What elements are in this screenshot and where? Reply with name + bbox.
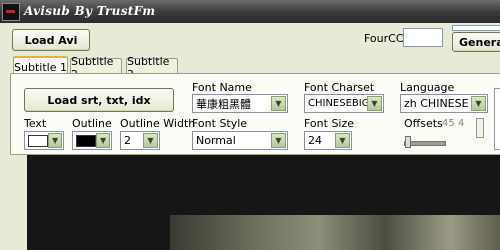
offset-y-value: 4: [458, 118, 465, 129]
font-charset-value: CHINESEBIG: [308, 98, 367, 109]
font-style-select[interactable]: Normal ▼: [192, 131, 288, 150]
generate-button[interactable]: Genera: [452, 32, 500, 52]
video-frame-image: [170, 215, 500, 250]
chevron-down-icon[interactable]: ▼: [271, 133, 286, 148]
font-style-label: Font Style: [192, 117, 248, 130]
language-value: zh CHINESE: [404, 97, 469, 110]
offset-x-slider-thumb[interactable]: [405, 136, 411, 148]
app-icon: [2, 3, 20, 21]
text-color-select[interactable]: ▼: [24, 131, 64, 150]
font-charset-select[interactable]: CHINESEBIG ▼: [304, 94, 384, 113]
font-name-value: 華康粗黑體: [196, 97, 251, 111]
chevron-down-icon[interactable]: ▼: [367, 96, 382, 111]
chevron-down-icon[interactable]: ▼: [143, 133, 158, 148]
load-srt-button[interactable]: Load srt, txt, idx: [24, 88, 174, 112]
font-size-label: Font Size: [304, 117, 355, 130]
title-bar: Avisub By TrustFm: [0, 0, 500, 23]
chevron-down-icon[interactable]: ▼: [48, 133, 62, 148]
load-avi-button[interactable]: Load Avi: [12, 29, 90, 51]
offsets-label: Offsets: [404, 117, 443, 130]
language-select[interactable]: zh CHINESE ▼: [400, 94, 488, 113]
text-color-label: Text: [24, 117, 47, 130]
font-name-select[interactable]: 華康粗黑體 ▼: [192, 94, 288, 113]
font-size-value: 24: [308, 134, 322, 147]
window-title: Avisub By TrustFm: [24, 4, 156, 18]
chevron-down-icon[interactable]: ▼: [471, 96, 486, 111]
chevron-down-icon[interactable]: ▼: [96, 133, 110, 148]
font-charset-label: Font Charset: [304, 81, 375, 94]
outline-width-label: Outline Width: [120, 117, 196, 130]
preview-box: [494, 88, 500, 150]
text-color-swatch: [28, 134, 49, 147]
chevron-down-icon[interactable]: ▼: [271, 96, 286, 111]
language-label: Language: [400, 81, 455, 94]
progress-field: [452, 25, 500, 31]
font-name-label: Font Name: [192, 81, 252, 94]
outline-color-swatch: [76, 134, 97, 147]
offset-x-value: 45: [442, 118, 455, 129]
outline-color-label: Outline: [72, 117, 112, 130]
font-style-value: Normal: [196, 134, 236, 147]
font-size-select[interactable]: 24 ▼: [304, 131, 352, 150]
outline-width-select[interactable]: 2 ▼: [120, 131, 160, 150]
outline-width-value: 2: [124, 134, 131, 147]
chevron-down-icon[interactable]: ▼: [335, 133, 350, 148]
offset-y-slider[interactable]: [476, 118, 484, 138]
fourcc-input[interactable]: [403, 28, 443, 47]
fourcc-label: FourCC: [364, 32, 404, 45]
outline-color-select[interactable]: ▼: [72, 131, 112, 150]
